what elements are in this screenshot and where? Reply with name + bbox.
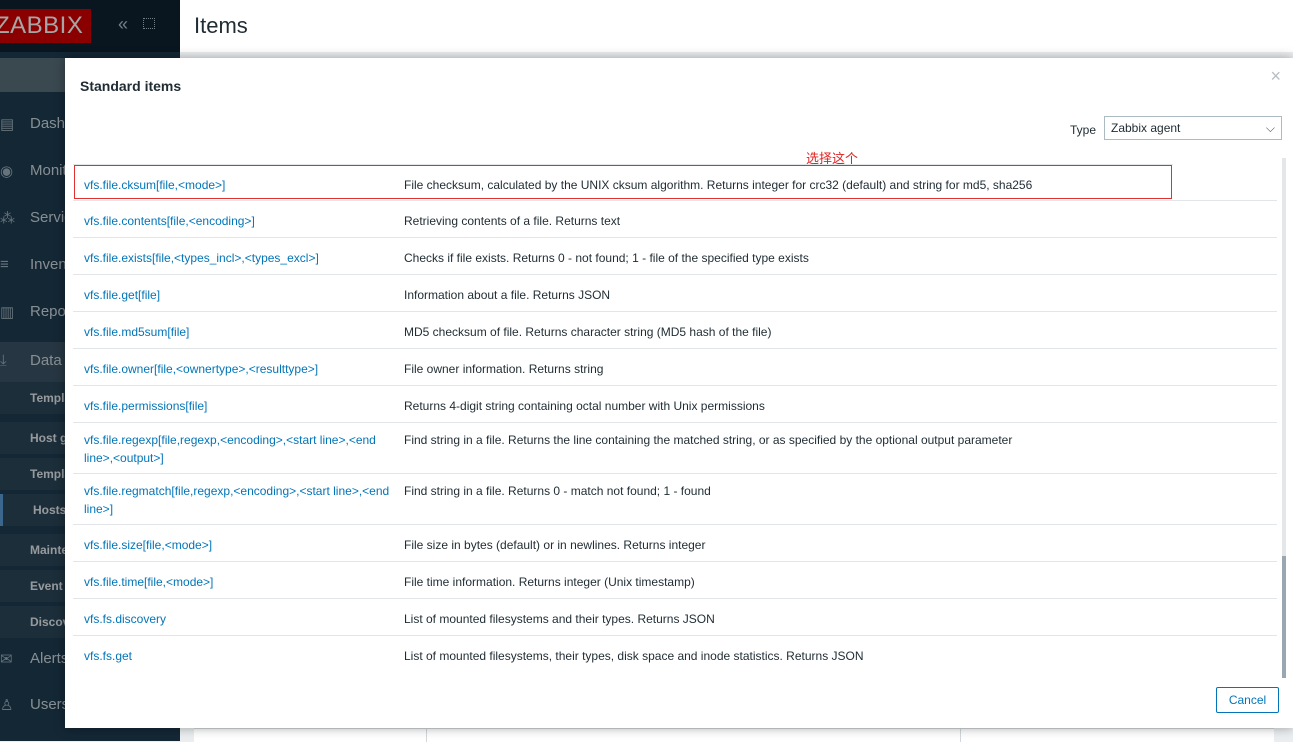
close-icon[interactable]: × [1270, 66, 1281, 87]
cancel-button[interactable]: Cancel [1216, 687, 1279, 713]
table-column-divider [960, 729, 961, 742]
item-description: Find string in a file. Returns the line … [404, 433, 1013, 447]
table-row: vfs.file.regmatch[file,regexp,<encoding>… [73, 473, 1277, 524]
table-row: vfs.file.get[file] Information about a fi… [73, 274, 1277, 311]
table-row: vfs.file.md5sum[file] MD5 checksum of fil… [73, 311, 1277, 348]
item-description: List of mounted filesystems and their ty… [404, 612, 715, 626]
table-row: vfs.file.owner[file,<ownertype>,<resultt… [73, 348, 1277, 385]
items-table-background [194, 728, 1274, 742]
table-column-divider [426, 729, 427, 742]
item-description: List of mounted filesystems, their types… [404, 649, 864, 663]
type-select-value: Zabbix agent [1111, 121, 1181, 135]
item-key-link[interactable]: vfs.file.get[file] [84, 286, 394, 304]
item-description: Checks if file exists. Returns 0 - not f… [404, 251, 809, 265]
table-row: vfs.file.contents[file,<encoding>] Retrie… [73, 200, 1277, 237]
item-description: Retrieving contents of a file. Returns t… [404, 214, 621, 228]
type-select[interactable]: Zabbix agent ⌵ [1104, 116, 1282, 140]
item-key-link[interactable]: vfs.file.owner[file,<ownertype>,<resultt… [84, 360, 394, 378]
item-description: File size in bytes (default) or in newli… [404, 538, 706, 552]
item-key-link[interactable]: vfs.file.regmatch[file,regexp,<encoding>… [84, 482, 394, 518]
scrollbar[interactable] [1282, 158, 1286, 678]
item-key-link[interactable]: vfs.fs.discovery [84, 610, 394, 628]
table-row: vfs.fs.get List of mounted filesystems, t… [73, 635, 1277, 672]
item-description: File owner information. Returns string [404, 362, 604, 376]
item-description: Returns 4-digit string containing octal … [404, 399, 765, 413]
table-row: vfs.file.exists[file,<types_incl>,<types… [73, 237, 1277, 274]
item-description: File time information. Returns integer (… [404, 575, 695, 589]
item-key-link[interactable]: vfs.file.size[file,<mode>] [84, 536, 394, 554]
items-table: vfs.file.cksum[file,<mode>] File checksum… [73, 164, 1277, 672]
page-title: Items [194, 13, 248, 38]
item-key-link[interactable]: vfs.file.md5sum[file] [84, 323, 394, 341]
chevron-down-icon: ⌵ [1265, 121, 1275, 135]
scrollbar-thumb[interactable] [1282, 556, 1286, 678]
table-row: vfs.fs.discovery List of mounted filesyst… [73, 598, 1277, 635]
page-header [180, 0, 1293, 52]
item-key-link[interactable]: vfs.file.time[file,<mode>] [84, 573, 394, 591]
item-description: MD5 checksum of file. Returns character … [404, 325, 772, 339]
standard-items-dialog: Standard items × Type Zabbix agent ⌵ 选择这… [65, 58, 1293, 728]
item-key-link[interactable]: vfs.file.cksum[file,<mode>] [84, 176, 394, 194]
dialog-title: Standard items [80, 78, 182, 94]
table-row: vfs.file.time[file,<mode>] File time info… [73, 561, 1277, 598]
item-description: Information about a file. Returns JSON [404, 288, 611, 302]
item-description: File checksum, calculated by the UNIX ck… [404, 178, 1033, 192]
type-label: Type [1070, 123, 1097, 137]
table-row: vfs.file.cksum[file,<mode>] File checksum… [73, 164, 1173, 200]
table-row: vfs.file.permissions[file] Returns 4-digi… [73, 385, 1277, 422]
table-row: vfs.file.size[file,<mode>] File size in b… [73, 524, 1277, 561]
item-description: Find string in a file. Returns 0 - match… [404, 484, 711, 498]
item-key-link[interactable]: vfs.fs.get [84, 647, 394, 665]
item-key-link[interactable]: vfs.file.exists[file,<types_incl>,<types… [84, 249, 394, 267]
table-row: vfs.file.regexp[file,regexp,<encoding>,<… [73, 422, 1277, 473]
item-key-link[interactable]: vfs.file.contents[file,<encoding>] [84, 212, 394, 230]
item-key-link[interactable]: vfs.file.permissions[file] [84, 397, 394, 415]
item-key-link[interactable]: vfs.file.regexp[file,regexp,<encoding>,<… [84, 431, 394, 467]
